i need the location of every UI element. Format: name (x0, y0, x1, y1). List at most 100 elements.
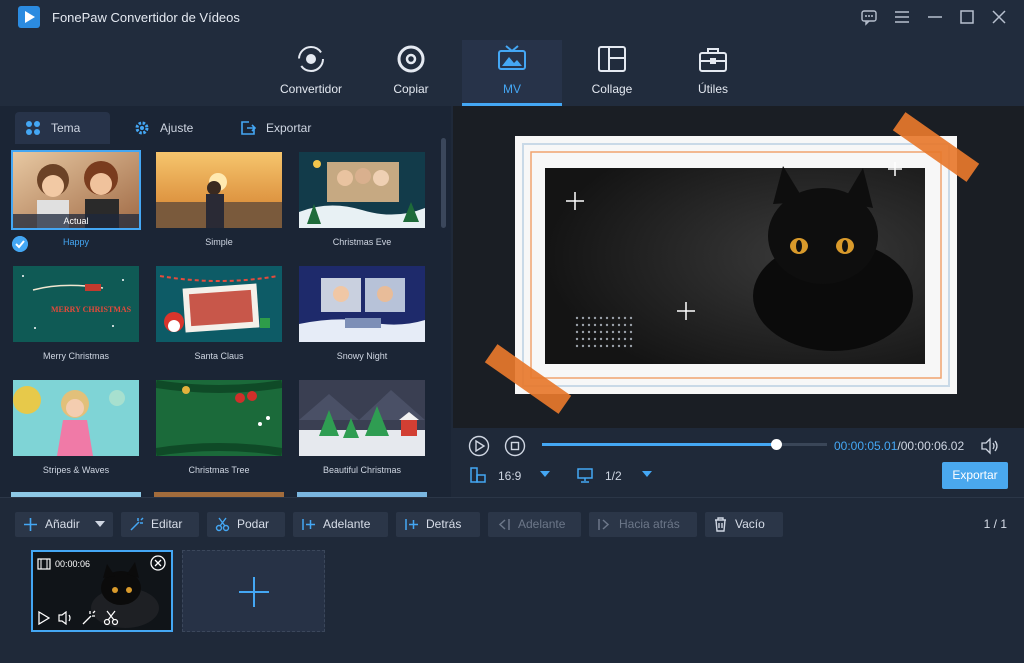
nav-label: Collage (591, 82, 633, 96)
nav-label: MV (503, 82, 521, 96)
theme-simple[interactable]: Simple (154, 150, 284, 260)
nav-convertidor[interactable]: Convertidor (261, 40, 361, 106)
clip-strip: 00:00:06 (0, 543, 1024, 663)
nav-label: Útiles (697, 82, 728, 96)
theme-name: Stripes & Waves (42, 465, 110, 475)
progress-handle[interactable] (770, 439, 782, 450)
theme-thumbnail (297, 264, 427, 344)
collage-icon (598, 46, 626, 72)
chevron-down-icon (95, 521, 105, 527)
clip-duration: 00:00:06 (55, 559, 91, 569)
aspect-ratio-icon (470, 467, 486, 483)
toolbox-icon (699, 48, 727, 72)
volume-icon[interactable] (980, 437, 1000, 455)
export-button[interactable]: Exportar (942, 462, 1008, 489)
tab-ajuste[interactable]: Ajuste (124, 112, 219, 144)
tab-label: Tema (51, 121, 81, 135)
theme-name: Christmas Tree (188, 465, 250, 475)
trim-button[interactable]: Podar (207, 512, 285, 537)
move-forward-label: Adelante (518, 517, 566, 531)
plus-icon (24, 518, 37, 531)
minimize-icon[interactable] (926, 8, 944, 26)
theme-snowy-night[interactable]: Snowy Night (297, 264, 427, 374)
nav-copiar[interactable]: Copiar (361, 40, 461, 106)
forward-label: Adelante (323, 517, 371, 531)
gear-icon (135, 121, 149, 135)
page-counter: 1 / 1 (983, 517, 1007, 531)
remove-clip-icon[interactable] (150, 555, 166, 571)
disc-icon (397, 45, 425, 73)
tab-label: Ajuste (160, 121, 194, 135)
quality-dropdown-icon[interactable] (641, 470, 653, 478)
nav-label: Convertidor (279, 82, 343, 96)
behind-label: Detrás (426, 517, 462, 531)
app-title: FonePaw Convertidor de Vídeos (52, 10, 240, 25)
scissors-icon (215, 517, 230, 532)
aspect-ratio-value: 16:9 (498, 469, 522, 483)
theme-thumbnail (297, 378, 427, 458)
film-icon (37, 558, 51, 570)
theme-grid: Actual Happy Simple Christmas Eve MERRY … (0, 146, 440, 497)
theme-name: Beautiful Christmas (322, 465, 402, 475)
theme-stripes-waves[interactable]: Stripes & Waves (11, 378, 141, 488)
theme-christmas-tree[interactable]: Christmas Tree (154, 378, 284, 488)
time-display: 00:00:05.01/00:00:06.02 (834, 439, 964, 453)
video-preview (453, 106, 1024, 428)
tab-exportar[interactable]: Exportar (230, 112, 340, 144)
theme-name: Simple (205, 237, 233, 247)
add-button[interactable]: Añadir (15, 512, 113, 537)
empty-label: Vacío (735, 517, 765, 531)
maximize-icon[interactable] (958, 8, 976, 26)
theme-thumbnail (11, 378, 141, 458)
theme-happy[interactable]: Actual Happy (11, 150, 141, 260)
magic-wand-icon (130, 517, 144, 531)
progress-track[interactable] (542, 439, 827, 450)
tab-tema[interactable]: Tema (15, 112, 110, 144)
move-forward-button[interactable]: Adelante (488, 512, 581, 537)
theme-name: Merry Christmas (42, 351, 109, 361)
theme-name: Happy (62, 237, 89, 247)
player-controls: 00:00:05.01/00:00:06.02 16:9 1/2 Exporta… (453, 428, 1024, 497)
clip-play-icon[interactable] (38, 611, 50, 625)
feedback-icon[interactable] (860, 8, 878, 26)
aspect-dropdown-icon[interactable] (539, 470, 551, 478)
theme-scrollbar[interactable] (441, 138, 446, 228)
close-icon[interactable] (990, 8, 1008, 26)
clip-trim-icon[interactable] (103, 610, 119, 626)
checkmark-icon (12, 236, 28, 252)
forward-button[interactable]: Adelante (293, 512, 388, 537)
nav-collage[interactable]: Collage (562, 40, 662, 106)
current-badge: Actual (13, 214, 139, 228)
clip-item[interactable]: 00:00:06 (31, 550, 173, 632)
edit-toolbar: Añadir Editar Podar Adelante Detrás Adel… (0, 497, 1024, 543)
theme-name: Christmas Eve (332, 237, 392, 247)
theme-thumbnail (154, 150, 284, 230)
stop-icon[interactable] (504, 435, 526, 457)
clip-edit-icon[interactable] (81, 610, 97, 626)
merry-christmas-art: MERRY CHRISTMAS (51, 305, 132, 314)
edit-button[interactable]: Editar (121, 512, 199, 537)
theme-merry-christmas[interactable]: MERRY CHRISTMAS Merry Christmas (11, 264, 141, 374)
nav-mv[interactable]: MV (462, 40, 562, 106)
behind-button[interactable]: Detrás (396, 512, 480, 537)
theme-thumbnail: MERRY CHRISTMAS (11, 264, 141, 344)
theme-beautiful-christmas[interactable]: Beautiful Christmas (297, 378, 427, 488)
add-clip-slot[interactable] (182, 550, 325, 632)
add-label: Añadir (45, 517, 80, 531)
move-backward-button[interactable]: Hacia atrás (589, 512, 697, 537)
preview-canvas (453, 106, 1024, 428)
clip-volume-icon[interactable] (58, 611, 74, 625)
play-icon[interactable] (468, 435, 490, 457)
nav-utiles[interactable]: Útiles (663, 40, 763, 106)
empty-button[interactable]: Vacío (705, 512, 783, 537)
theme-christmas-eve[interactable]: Christmas Eve (297, 150, 427, 260)
trash-icon (715, 517, 726, 532)
move-backward-label: Hacia atrás (619, 517, 680, 531)
trim-label: Podar (237, 517, 270, 531)
theme-thumbnail (154, 264, 284, 344)
current-time: 00:00:05.01 (834, 439, 898, 453)
edit-label: Editar (151, 517, 183, 531)
menu-icon[interactable] (893, 8, 911, 26)
grid-icon (26, 121, 40, 135)
theme-santa-claus[interactable]: Santa Claus (154, 264, 284, 374)
